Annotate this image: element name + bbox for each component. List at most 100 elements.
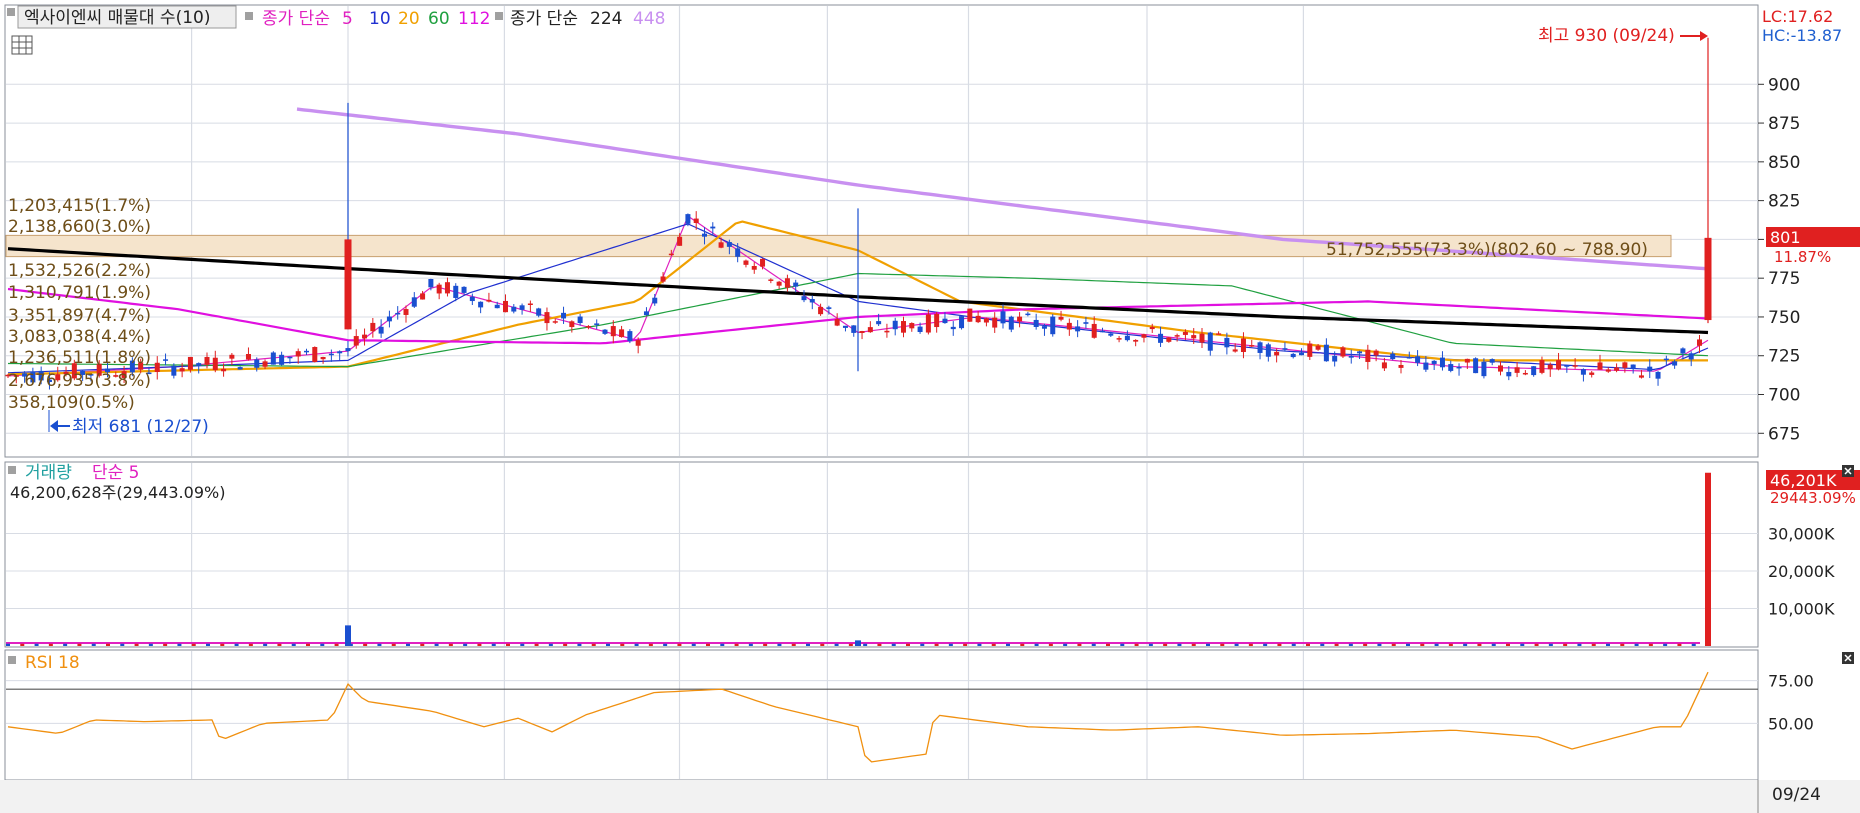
ma2-prefix: 종가 단순 — [510, 9, 578, 29]
volume-bar — [306, 643, 310, 646]
vp-label: 1,310,791(1.9%) — [8, 283, 151, 303]
candle-body — [677, 236, 683, 246]
volume-bar — [1263, 643, 1268, 646]
volume-bar — [320, 643, 325, 646]
volume-bar — [1220, 643, 1225, 646]
volume-bar — [1634, 643, 1639, 646]
candle-body — [784, 278, 790, 288]
candle-body — [1489, 359, 1495, 363]
candle-body — [403, 309, 409, 315]
candle-body — [1514, 367, 1520, 373]
volume-badge-sub: 29443.09% — [1770, 489, 1856, 507]
candle-body — [793, 282, 799, 287]
volume-bar — [1191, 643, 1196, 646]
candle-body — [1191, 335, 1197, 339]
candle-body — [1647, 366, 1653, 372]
candle-body — [693, 218, 699, 224]
volume-bar — [1506, 643, 1510, 646]
background — [0, 0, 1860, 813]
ma20-legend: 20 — [398, 9, 420, 29]
candle-body — [660, 276, 666, 282]
close-icon[interactable] — [1842, 652, 1854, 664]
volume-bar — [1048, 643, 1053, 646]
candle-body — [245, 354, 251, 360]
candle-body — [1091, 323, 1097, 338]
volume-bar — [34, 643, 39, 646]
volume-bar — [377, 643, 382, 646]
ma224-legend: 224 — [590, 9, 622, 29]
volume-bar — [820, 643, 825, 646]
candle-body — [1531, 366, 1537, 376]
rsi-tick-label: 75.00 — [1768, 672, 1814, 691]
volume-info: 46,200,628주(29,443.09%) — [10, 483, 225, 502]
ma10-legend: 10 — [369, 9, 391, 29]
candle-body — [395, 312, 401, 315]
candle-body — [1232, 349, 1238, 352]
candle-body — [1381, 362, 1387, 369]
ma112-legend: 112 — [458, 9, 490, 29]
candle-body — [411, 297, 417, 307]
candle-body — [1365, 349, 1371, 362]
volume-bar — [1577, 643, 1582, 646]
candle-body — [1274, 351, 1280, 356]
candle-body — [1332, 355, 1338, 362]
candle-body — [1240, 338, 1246, 353]
candle-body — [370, 322, 376, 332]
volume-bar — [948, 643, 953, 646]
volume-bar — [577, 643, 582, 646]
candle-body — [975, 315, 981, 323]
candle-body — [760, 258, 766, 267]
candle-body — [1000, 311, 1006, 324]
candle-body — [925, 314, 931, 333]
volume-bar — [506, 643, 510, 646]
stock-chart[interactable]: 2024/12020304050607080967570072575077582… — [0, 0, 1860, 813]
candle-body — [1257, 342, 1263, 353]
price-tick-label: 850 — [1768, 153, 1800, 173]
volume-bar — [606, 643, 610, 646]
candle-body — [950, 326, 956, 330]
vp-label: 2,138,660(3.0%) — [8, 217, 151, 237]
candle-body — [1182, 331, 1188, 335]
candle-body — [776, 281, 782, 286]
candle-body — [1655, 371, 1661, 379]
candle-body — [735, 248, 741, 257]
volume-bar — [1120, 643, 1125, 646]
ma5-legend: 5 — [342, 9, 353, 29]
volume-bar — [1691, 643, 1696, 646]
candle-body — [1108, 333, 1114, 336]
volume-bar — [806, 643, 810, 646]
table-icon[interactable] — [11, 35, 33, 55]
candle-body — [909, 323, 915, 329]
volume-bar — [1591, 643, 1596, 646]
volume-spike-bar — [1705, 472, 1711, 646]
volume-bar — [163, 643, 168, 646]
ma448-legend: 448 — [633, 9, 665, 29]
candle-body — [320, 356, 326, 360]
candle-body — [842, 325, 848, 328]
volume-tick-label: 10,000K — [1768, 600, 1835, 619]
chart-canvas[interactable]: 2024/12020304050607080967570072575077582… — [0, 0, 1860, 813]
candle-body — [1638, 375, 1644, 378]
volume-bar — [891, 643, 896, 646]
candle-body — [1315, 345, 1321, 350]
candle-body — [901, 321, 906, 333]
candle-body — [801, 296, 807, 301]
low-mark-text: 최저 681 (12/27) — [72, 417, 209, 437]
candle-body — [652, 297, 658, 304]
candle-body — [1265, 344, 1271, 357]
candle-body — [279, 354, 285, 365]
candle-body — [453, 285, 459, 298]
candle-body — [362, 334, 368, 339]
volume-bar — [1291, 643, 1296, 646]
volume-bar — [206, 643, 210, 646]
legend-marker — [8, 656, 16, 664]
candle-body — [1473, 358, 1479, 374]
candle-body — [1323, 344, 1329, 362]
volume-bar — [91, 643, 96, 646]
volume-bar — [777, 643, 782, 646]
candle-body — [1041, 326, 1047, 329]
volume-bar — [448, 643, 453, 646]
candle-body — [378, 326, 384, 334]
candle-body — [1166, 337, 1172, 342]
close-icon[interactable] — [1842, 465, 1854, 477]
